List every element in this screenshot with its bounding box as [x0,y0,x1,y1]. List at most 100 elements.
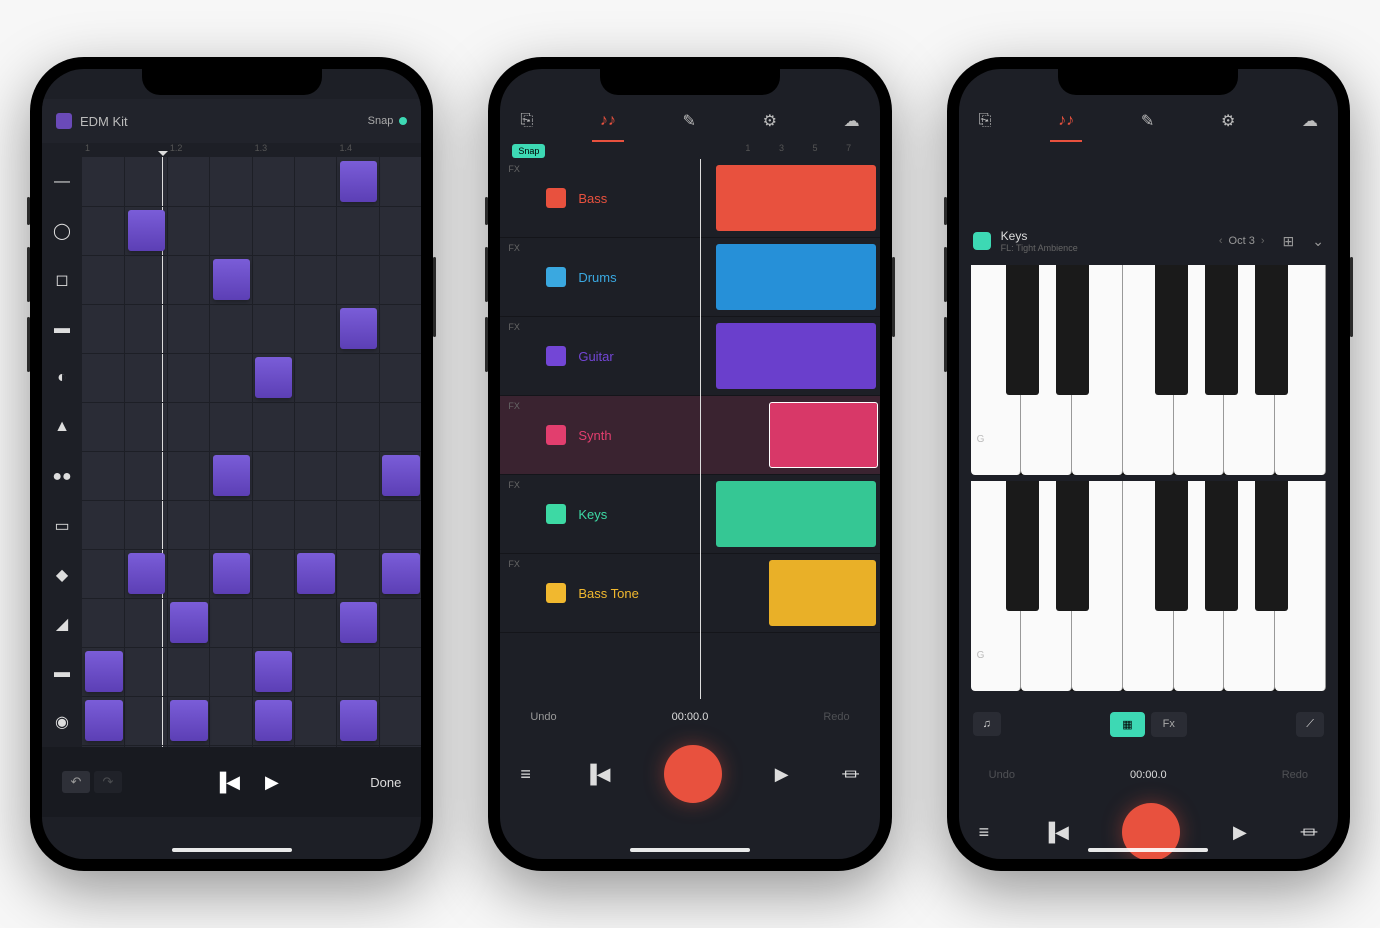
fx-label[interactable]: FX [500,554,536,632]
white-key[interactable] [1123,481,1174,691]
drum-lane-icon[interactable]: ◻ [42,255,82,304]
white-key[interactable] [1021,265,1072,475]
audio-clip[interactable] [716,481,876,547]
settings-tab-icon[interactable]: ⚙ [1221,111,1235,131]
timeline-ruler[interactable]: 11.21.31.4 [42,143,421,157]
redo-button[interactable]: Redo [823,711,849,723]
fx-label[interactable]: FX [500,317,536,395]
track-row[interactable]: FX Guitar [500,317,879,396]
edit-tab-icon[interactable]: ✎ [683,111,696,131]
chevron-down-icon[interactable]: ⌄ [1312,233,1324,250]
drum-lane-icon[interactable]: ◉ [42,698,82,747]
drum-note[interactable] [255,700,292,741]
grid-view-icon[interactable]: ⊞ [1283,233,1295,250]
drum-note[interactable] [213,259,250,300]
white-key[interactable] [1275,481,1326,691]
exit-icon[interactable]: ⎘ [979,112,992,130]
undo-button[interactable]: Undo [989,769,1015,781]
drum-note[interactable] [85,651,122,692]
drum-lane-icon[interactable]: ◢ [42,600,82,649]
drum-lane-icon[interactable]: ●● [42,452,82,501]
chord-button[interactable]: ♫ [973,712,1001,736]
drum-note[interactable] [128,553,165,594]
drum-lane-icon[interactable]: ▲ [42,403,82,452]
metronome-button[interactable]: ⏛ [1300,819,1318,845]
drum-note[interactable] [297,553,334,594]
drum-lane-icon[interactable]: ▬ [42,649,82,698]
drum-note[interactable] [213,553,250,594]
white-key[interactable] [1174,265,1225,475]
track-row[interactable]: FX Drums [500,238,879,317]
white-key[interactable] [1021,481,1072,691]
cloud-tab-icon[interactable]: ☁ [1302,111,1318,131]
record-button[interactable] [664,745,722,803]
rewind-button[interactable]: ▐◀ [584,764,611,785]
playhead[interactable] [700,159,701,699]
drum-note[interactable] [255,357,292,398]
track-row[interactable]: FX Synth [500,396,879,475]
done-button[interactable]: Done [370,775,401,790]
edit-tab-icon[interactable]: ✎ [1141,111,1154,131]
rewind-button[interactable]: ▐◀ [213,772,240,793]
drum-grid[interactable]: —◯◻▬◐▲●●▭◆◢▬◉ [42,157,421,747]
white-key[interactable]: G [971,265,1022,475]
white-key[interactable] [1072,265,1123,475]
fx-button[interactable]: Fx [1151,712,1187,737]
white-key[interactable]: G [971,481,1022,691]
arrangement-ruler[interactable]: 1357 [545,143,879,159]
drum-note[interactable] [170,602,207,643]
tracks-tab-icon[interactable]: ♪♪ [1058,112,1074,130]
audio-clip[interactable] [769,560,877,626]
drum-lane-icon[interactable]: ▭ [42,501,82,550]
audio-clip[interactable] [769,402,879,468]
white-key[interactable] [1123,265,1174,475]
white-key[interactable] [1174,481,1225,691]
fx-label[interactable]: FX [500,238,536,316]
drum-lane-icon[interactable]: ◯ [42,206,82,255]
rewind-button[interactable]: ▐◀ [1042,822,1069,843]
play-button[interactable]: ▶ [775,764,789,785]
drum-note[interactable] [340,161,377,202]
kit-icon[interactable] [56,113,72,129]
white-key[interactable] [1072,481,1123,691]
track-row[interactable]: FX Keys [500,475,879,554]
metronome-button[interactable]: ⏛ [842,761,860,787]
drum-note[interactable] [340,602,377,643]
drum-note[interactable] [340,700,377,741]
fx-label[interactable]: FX [500,396,536,474]
snap-toggle[interactable]: Snap [368,115,408,127]
drum-note[interactable] [85,700,122,741]
settings-tab-icon[interactable]: ⚙ [763,111,777,131]
exit-icon[interactable]: ⎘ [520,112,533,130]
white-key[interactable] [1275,265,1326,475]
octave-selector[interactable]: ‹ Oct 3 › [1219,235,1265,247]
piano-upper[interactable]: G [971,265,1326,475]
audio-clip[interactable] [716,165,876,231]
pads-button[interactable]: ▦ [1110,712,1144,737]
track-row[interactable]: FX Bass [500,159,879,238]
play-button[interactable]: ▶ [1233,822,1247,843]
instrument-icon[interactable] [973,232,991,250]
menu-button[interactable]: ≡ [520,764,531,785]
redo-button[interactable]: Redo [1282,769,1308,781]
snap-badge[interactable]: Snap [512,144,545,158]
fx-label[interactable]: FX [500,159,536,237]
piano-lower[interactable]: G [971,481,1326,691]
drum-note[interactable] [170,700,207,741]
undo-button[interactable]: ↶ [62,771,90,793]
drum-note[interactable] [340,308,377,349]
audio-clip[interactable] [716,244,876,310]
cloud-tab-icon[interactable]: ☁ [844,111,860,131]
drum-note[interactable] [213,455,250,496]
drum-lane-icon[interactable]: ◐ [42,354,82,403]
tracks-tab-icon[interactable]: ♪♪ [600,112,616,130]
play-button[interactable]: ▶ [265,772,279,793]
drum-note[interactable] [255,651,292,692]
drum-lane-icon[interactable]: ▬ [42,305,82,354]
drum-note[interactable] [382,553,419,594]
undo-button[interactable]: Undo [530,711,556,723]
white-key[interactable] [1224,265,1275,475]
redo-button[interactable]: ↷ [94,771,122,793]
drum-lane-icon[interactable]: — [42,157,82,206]
sustain-button[interactable]: ⟋ [1296,712,1324,737]
